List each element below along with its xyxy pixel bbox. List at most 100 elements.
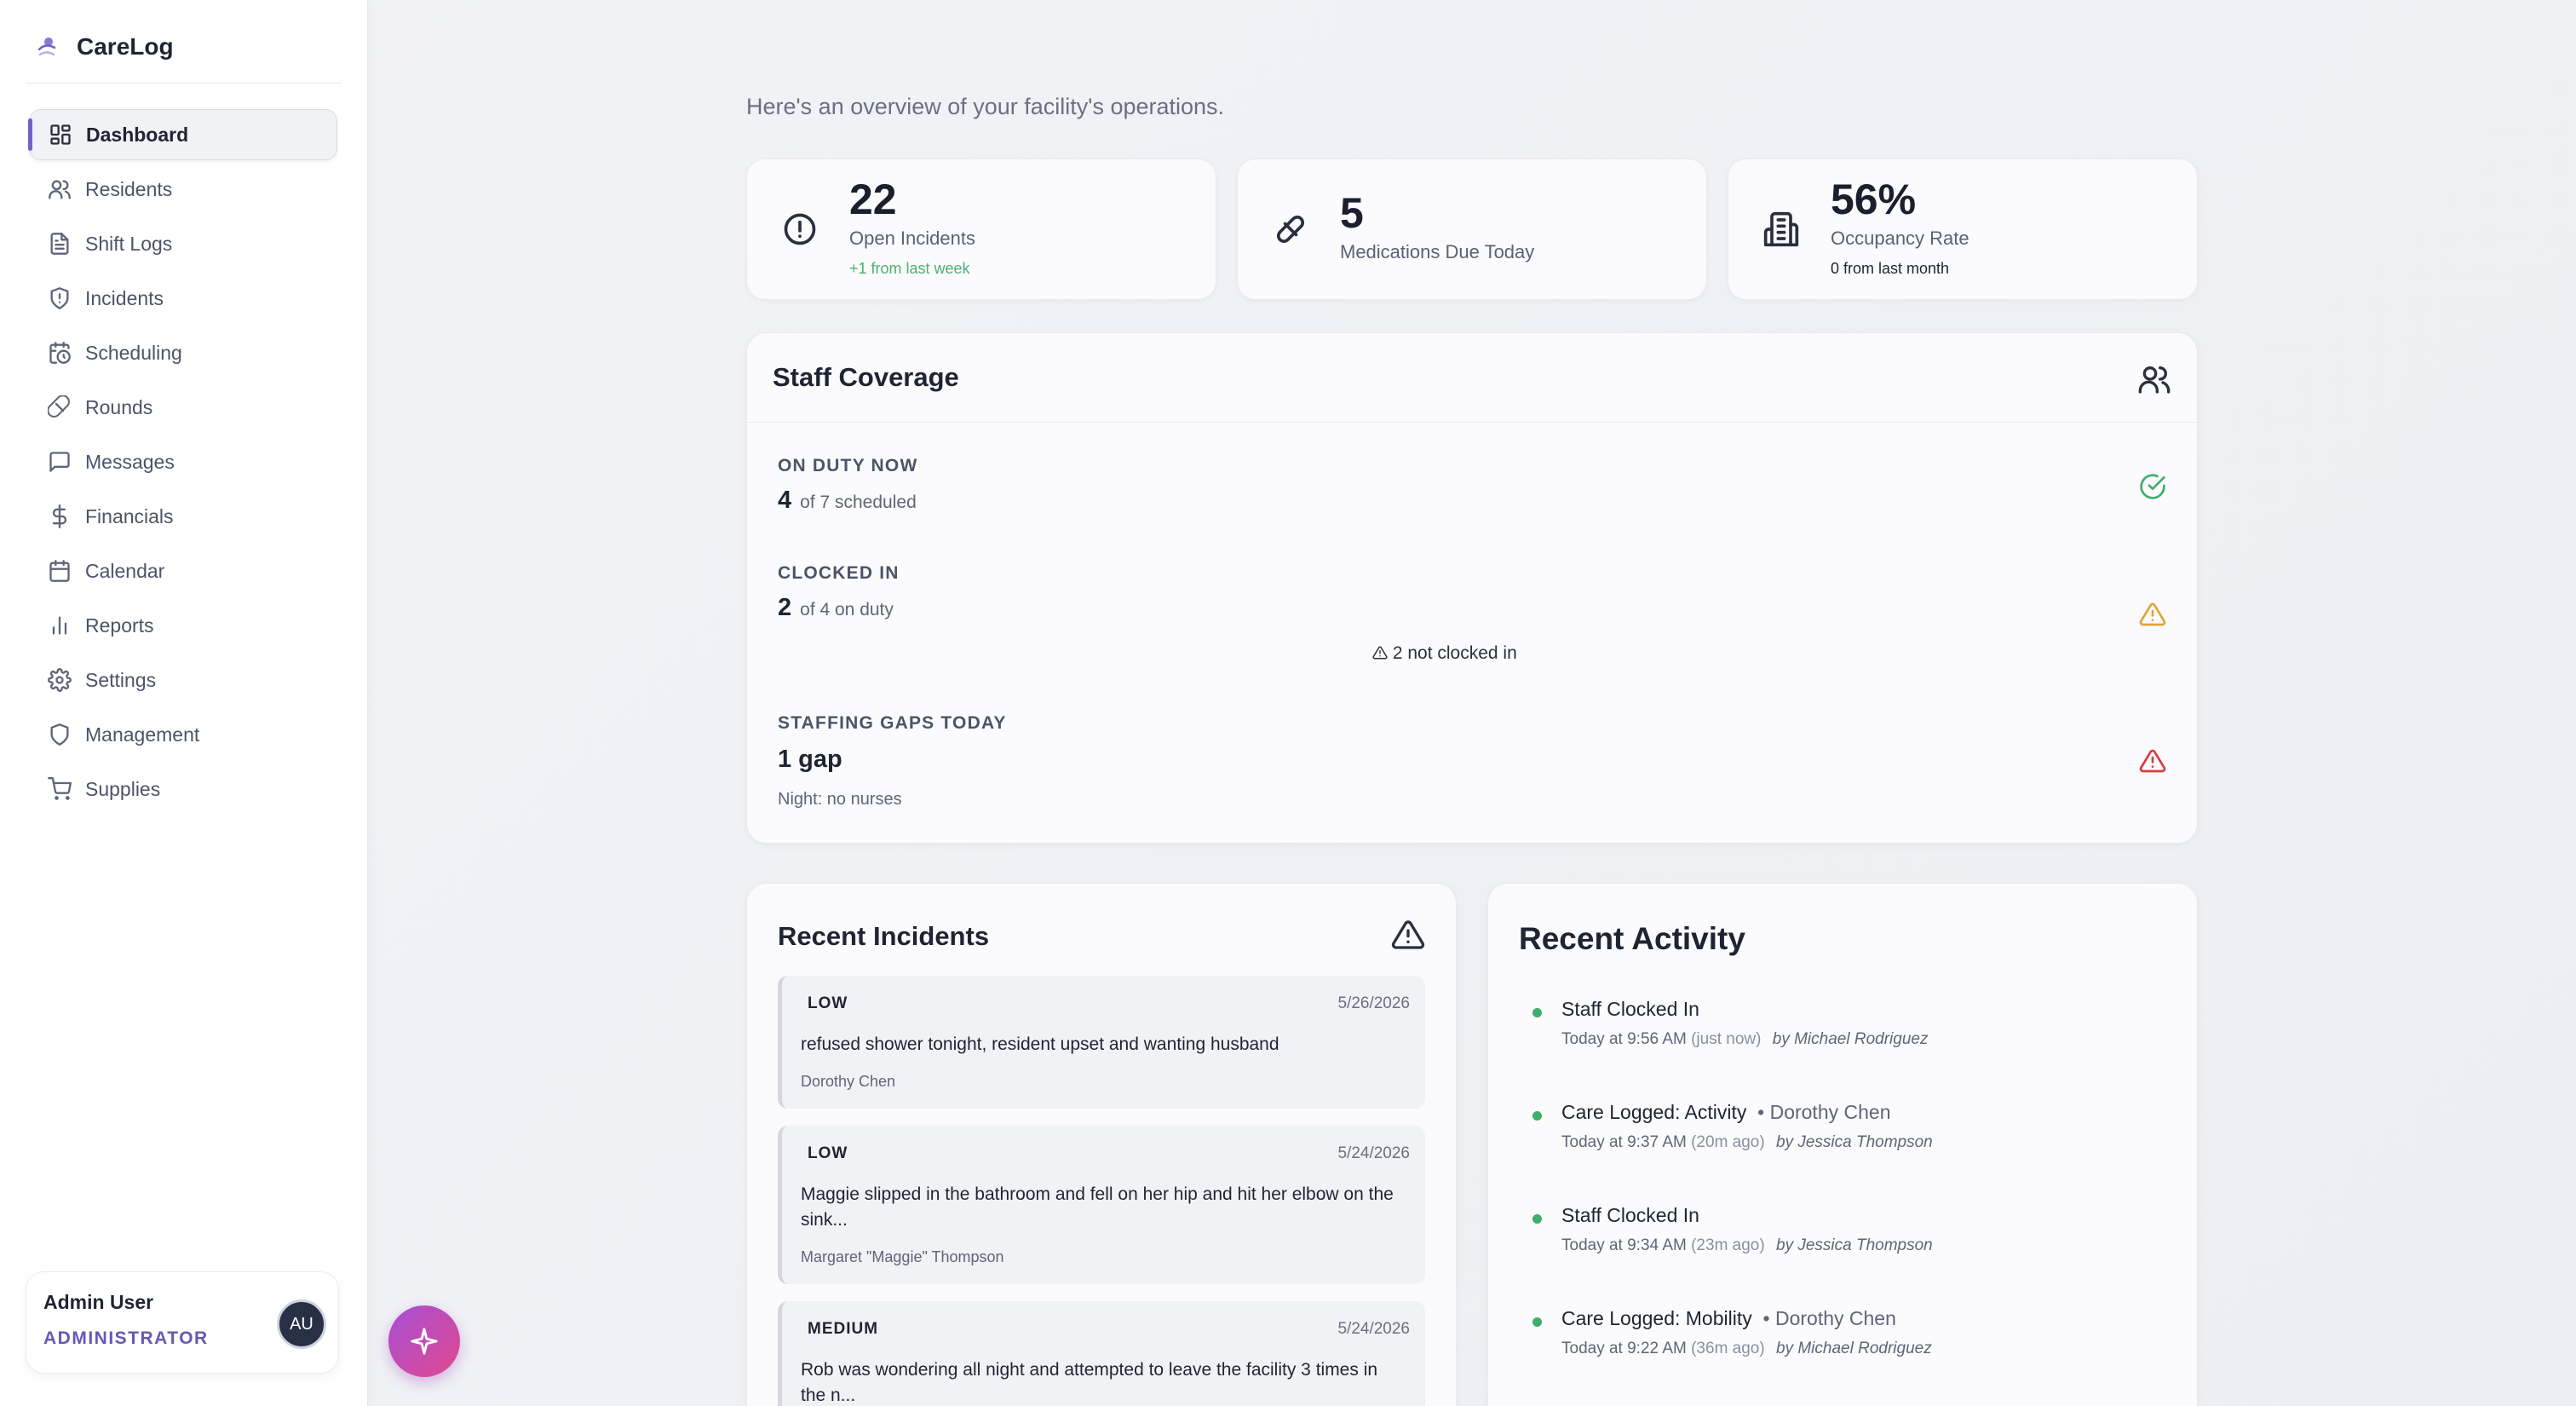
activity-author: by Jessica Thompson <box>1776 1133 1933 1151</box>
sidebar-item-dashboard[interactable]: Dashboard <box>28 109 337 160</box>
sidebar-item-calendar[interactable]: Calendar <box>29 545 337 596</box>
shield-icon <box>50 723 69 746</box>
sparkle-icon <box>411 1328 438 1355</box>
stat-card-open-incidents[interactable]: 22 Open Incidents +1 from last week <box>746 158 1216 300</box>
activity-type: Care Logged: Mobility <box>1561 1307 1752 1329</box>
activity-separator: • <box>1757 1307 1775 1329</box>
stat-card-occupancy[interactable]: 56% Occupancy Rate 0 from last month <box>1728 158 2198 300</box>
activity-title: Staff Clocked In <box>1561 1204 1699 1227</box>
page-subtitle: Here's an overview of your facility's op… <box>746 94 1225 119</box>
activity-ago: (just now) <box>1691 1030 1762 1048</box>
brand[interactable]: CareLog <box>32 27 174 66</box>
incident-card[interactable]: LOW 5/24/2026 Maggie slipped in the bath… <box>778 1126 1425 1284</box>
calendar-clock-icon <box>49 342 71 364</box>
users-icon <box>2138 366 2171 394</box>
activity-time: Today at 9:37 AM <box>1561 1133 1687 1151</box>
sidebar-item-label: Scheduling <box>85 341 182 364</box>
sidebar-item-settings[interactable]: Settings <box>29 654 337 706</box>
panel-divider <box>747 422 2197 423</box>
warning-text: 2 not clocked in <box>1392 643 1517 663</box>
staffing-gaps-label: STAFFING GAPS TODAY <box>778 713 1007 733</box>
incident-severity: LOW <box>808 994 848 1012</box>
calendar-icon <box>49 560 70 582</box>
carelog-logo-icon <box>37 37 56 56</box>
incident-severity: LOW <box>808 1144 848 1162</box>
user-card[interactable]: Admin User ADMINISTRATOR AU <box>26 1271 339 1374</box>
stat-label: Occupancy Rate <box>1831 228 1969 249</box>
activity-author: by Jessica Thompson <box>1776 1236 1933 1254</box>
activity-meta: Today at 9:22 AM (36m ago) by Michael Ro… <box>1561 1340 1932 1358</box>
sidebar-item-label: Messages <box>85 450 175 473</box>
stat-trend: +1 from last week <box>849 260 970 277</box>
incident-date: 5/26/2026 <box>1337 994 1410 1012</box>
activity-type: Staff Clocked In <box>1561 1204 1699 1226</box>
warning-triangle-icon <box>2139 602 2166 626</box>
ai-assistant-button[interactable] <box>388 1305 460 1377</box>
stat-value: 22 <box>849 176 897 223</box>
sidebar-item-supplies[interactable]: Supplies <box>29 764 337 815</box>
app-name: CareLog <box>77 33 174 60</box>
clocked-in-count: 2 <box>778 594 792 621</box>
user-name: Admin User <box>43 1291 154 1313</box>
sidebar-item-management[interactable]: Management <box>29 709 337 760</box>
activity-dot <box>1532 1214 1542 1224</box>
sidebar-item-financials[interactable]: Financials <box>29 491 337 542</box>
sidebar-item-label: Settings <box>85 668 157 691</box>
warning-triangle-icon <box>2139 749 2166 773</box>
activity-ago: (20m ago) <box>1691 1133 1765 1151</box>
recent-activity-panel: Recent Activity Staff Clocked In Today a… <box>1487 883 2198 1406</box>
incident-card[interactable]: MEDIUM 5/24/2026 Rob was wondering all n… <box>778 1301 1425 1406</box>
incident-description: Rob was wondering all night and attempte… <box>801 1360 1378 1405</box>
sidebar-item-rounds[interactable]: Rounds <box>29 382 337 433</box>
sidebar-item-label: Calendar <box>85 559 165 582</box>
activity-meta: Today at 9:34 AM (23m ago) by Jessica Th… <box>1561 1236 1933 1255</box>
stat-value: 56% <box>1831 176 1917 223</box>
sidebar-item-label: Dashboard <box>86 123 189 146</box>
activity-author: by Michael Rodriguez <box>1776 1340 1932 1357</box>
sidebar-item-label: Supplies <box>85 777 161 800</box>
panel-title: Recent Incidents <box>778 921 990 951</box>
pill-icon <box>48 395 70 418</box>
on-duty-label: ON DUTY NOW <box>778 456 918 475</box>
user-role: ADMINISTRATOR <box>43 1328 209 1348</box>
sidebar-item-scheduling[interactable]: Scheduling <box>29 327 337 378</box>
activity-dot <box>1532 1111 1542 1121</box>
stat-value: 5 <box>1340 189 1364 237</box>
staff-coverage-panel: Staff Coverage ON DUTY NOW 4 of 7 schedul… <box>746 332 2198 844</box>
sidebar-item-reports[interactable]: Reports <box>29 600 337 651</box>
sidebar-item-shift-logs[interactable]: Shift Logs <box>29 218 337 269</box>
alert-circle-icon <box>784 213 816 245</box>
activity-dot <box>1532 1008 1542 1017</box>
activity-ago: (23m ago) <box>1691 1236 1765 1254</box>
activity-meta: Today at 9:37 AM (20m ago) by Jessica Th… <box>1561 1133 1933 1152</box>
message-icon <box>49 452 70 472</box>
clocked-in-label: CLOCKED IN <box>778 563 900 583</box>
sidebar: CareLog Dashboard Residents Shift Logs I… <box>0 0 368 1406</box>
avatar[interactable]: AU <box>277 1299 326 1349</box>
incident-card[interactable]: LOW 5/26/2026 refused shower tonight, re… <box>778 976 1425 1109</box>
sidebar-item-residents[interactable]: Residents <box>29 164 337 215</box>
sidebar-item-label: Reports <box>85 614 154 637</box>
sidebar-nav: Dashboard Residents Shift Logs Incidents… <box>28 109 337 818</box>
staffing-gaps-value: 1 gap <box>778 746 842 773</box>
sidebar-item-messages[interactable]: Messages <box>29 436 337 487</box>
sidebar-item-label: Financials <box>85 504 174 527</box>
incident-description: refused shower tonight, resident upset a… <box>801 1034 1279 1054</box>
on-duty-of: of 7 scheduled <box>800 493 917 512</box>
sidebar-item-label: Rounds <box>85 395 153 418</box>
dollar-icon <box>52 504 67 528</box>
activity-meta: Today at 9:56 AM (just now) by Michael R… <box>1561 1030 1928 1049</box>
stat-card-medications-due[interactable]: 5 Medications Due Today <box>1237 158 1707 300</box>
users-icon <box>49 180 71 199</box>
stat-label: Open Incidents <box>849 228 975 249</box>
bar-chart-icon <box>52 616 67 635</box>
activity-resident: Dorothy Chen <box>1769 1101 1891 1123</box>
sidebar-item-label: Residents <box>85 177 173 200</box>
sidebar-item-incidents[interactable]: Incidents <box>29 273 337 324</box>
sidebar-item-label: Shift Logs <box>85 232 173 255</box>
shield-alert-icon <box>50 287 69 309</box>
staffing-gaps-note: Night: no nurses <box>778 790 902 809</box>
activity-type: Staff Clocked In <box>1561 998 1699 1020</box>
warning-triangle-icon <box>1372 646 1388 660</box>
check-circle-icon <box>2140 474 2165 499</box>
